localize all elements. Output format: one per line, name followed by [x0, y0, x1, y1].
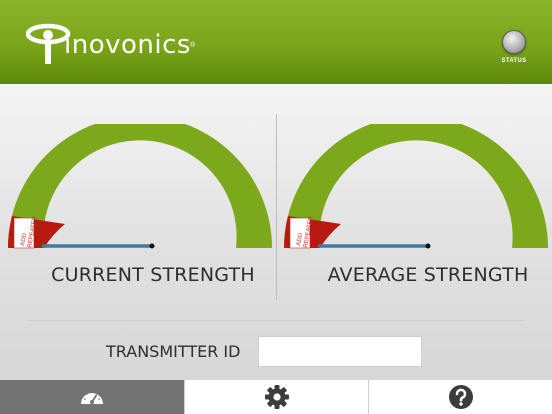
horizontal-divider — [28, 320, 524, 321]
gear-icon — [264, 385, 289, 409]
app-header: inovonics ® STATUS — [0, 0, 552, 84]
transmitter-id-label: TRANSMITTER ID — [106, 342, 241, 361]
tab-bar — [0, 380, 552, 414]
help-icon — [448, 385, 473, 409]
registered-mark: ® — [190, 42, 196, 49]
gauge-pivot — [425, 243, 431, 249]
brand-name: inovonics — [64, 30, 191, 60]
current-strength-title: CURRENT STRENGTH — [51, 264, 255, 286]
average-strength-title: AVERAGE STRENGTH — [327, 264, 529, 286]
status-label: STATUS — [501, 58, 527, 64]
speedometer-icon — [81, 390, 103, 404]
tab-settings[interactable] — [184, 380, 368, 414]
tab-gauges[interactable] — [0, 380, 184, 414]
status-indicator[interactable] — [502, 30, 526, 54]
transmitter-id-input[interactable] — [258, 336, 422, 367]
current-strength-gauge: ADD REPEATER — [8, 124, 272, 249]
average-strength-gauge: ADD REPEATER — [284, 124, 548, 249]
gauge-pivot — [149, 243, 155, 249]
tab-help[interactable] — [368, 380, 552, 414]
